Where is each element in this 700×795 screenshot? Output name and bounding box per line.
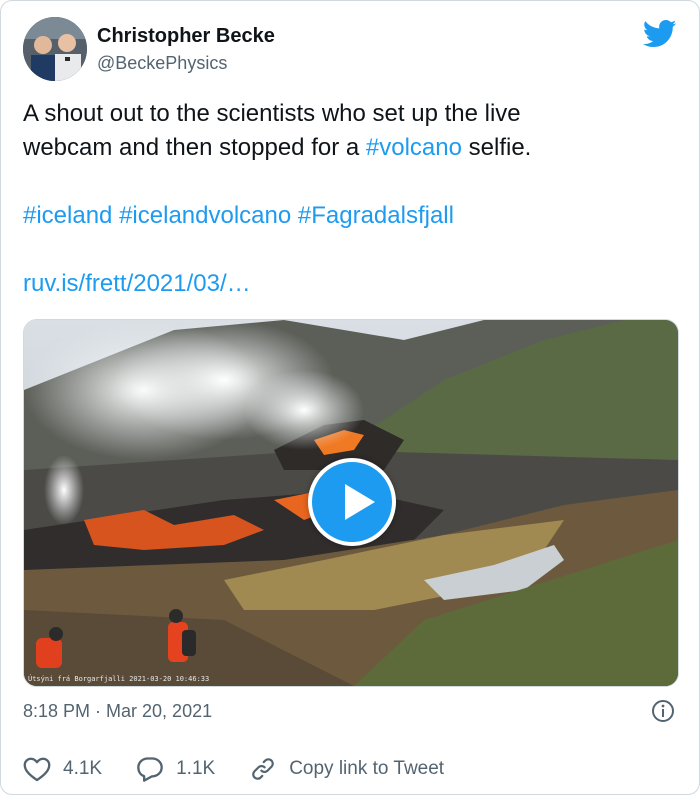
- tweet-line-2: webcam and then stopped for a #volcano s…: [23, 131, 673, 165]
- tweet-timestamp[interactable]: 8:18 PM · Mar 20, 2021: [23, 701, 212, 722]
- action-bar: 4.1K 1.1K Copy link to Tweet: [23, 753, 478, 785]
- hashtag-icelandvolcano[interactable]: #icelandvolcano: [119, 202, 291, 229]
- article-link[interactable]: ruv.is/frett/2021/03/…: [23, 270, 251, 297]
- tweet-text: A shout out to the scientists who set up…: [23, 97, 673, 301]
- hashtag-iceland[interactable]: #iceland: [23, 202, 112, 229]
- tweet-line-1: A shout out to the scientists who set up…: [23, 100, 521, 127]
- tweet-line-2-suffix: selfie.: [461, 134, 532, 161]
- like-button[interactable]: 4.1K: [23, 756, 102, 782]
- copy-link-label: Copy link to Tweet: [289, 758, 445, 779]
- author-handle[interactable]: @BeckePhysics: [97, 53, 227, 74]
- like-count: 4.1K: [63, 758, 103, 779]
- heart-icon: [23, 757, 51, 782]
- reply-icon: [137, 757, 163, 782]
- copy-link-button[interactable]: Copy link to Tweet: [249, 756, 444, 782]
- hashtag-volcano[interactable]: #volcano: [366, 134, 462, 161]
- reply-button[interactable]: 1.1K: [136, 756, 215, 782]
- info-icon[interactable]: [651, 699, 675, 723]
- avatar-photo: [23, 17, 87, 81]
- author-name[interactable]: Christopher Becke: [97, 25, 275, 48]
- avatar[interactable]: [23, 17, 87, 81]
- reply-count: 1.1K: [176, 758, 216, 779]
- play-icon[interactable]: [308, 458, 396, 546]
- tweet-line-2-prefix: webcam and then stopped for a: [23, 134, 366, 161]
- link-icon: [252, 758, 274, 780]
- hashtag-fagradalsfjall[interactable]: #Fagradalsfjall: [298, 202, 454, 229]
- webcam-overlay-text: Útsýni frá Borgarfjalli 2021-03-20 10:46…: [28, 675, 210, 683]
- tweet-card: Christopher Becke @BeckePhysics A shout …: [0, 0, 700, 795]
- video-thumbnail[interactable]: Útsýni frá Borgarfjalli 2021-03-20 10:46…: [23, 319, 679, 687]
- hashtag-line: #iceland #icelandvolcano #Fagradalsfjall: [23, 199, 673, 233]
- twitter-bird-icon[interactable]: [643, 19, 677, 49]
